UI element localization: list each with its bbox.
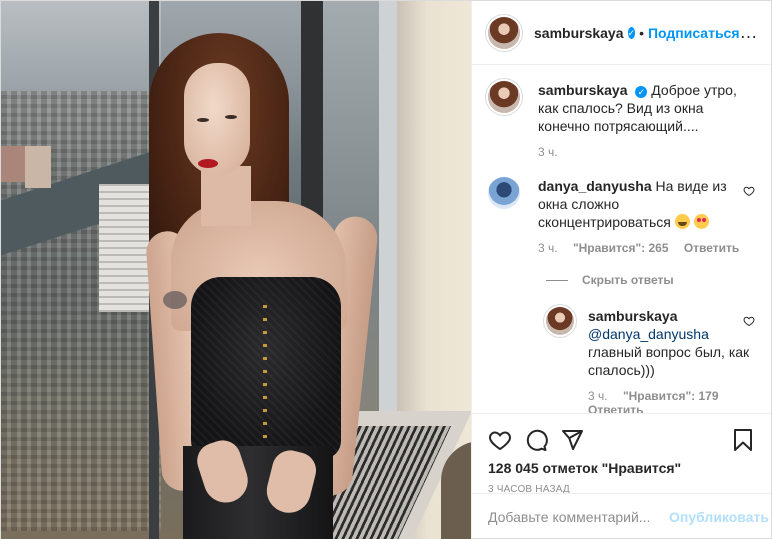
post-photo[interactable]: [1, 1, 471, 539]
tears-of-joy-emoji-icon: [674, 214, 690, 229]
reply-username[interactable]: samburskaya: [588, 308, 678, 324]
comment-likes[interactable]: "Нравится": 265: [573, 241, 669, 255]
caption-time[interactable]: 3 ч.: [538, 145, 558, 159]
comment-icon[interactable]: [524, 428, 548, 452]
more-options-icon[interactable]: …: [740, 22, 759, 43]
comment-item: danya_danyusha На виде из окна сложно ск…: [488, 177, 755, 255]
hide-replies-button[interactable]: Скрыть ответы: [546, 273, 755, 287]
caption-avatar[interactable]: [488, 81, 520, 113]
likes-count[interactable]: 128 045 отметок "Нравится": [488, 460, 755, 476]
comments-list[interactable]: samburskaya ✓ Доброе утро, как спалось? …: [472, 65, 771, 413]
caption-username[interactable]: samburskaya: [538, 82, 628, 98]
verified-badge-icon: ✓: [635, 86, 648, 98]
reply-button[interactable]: Ответить: [684, 241, 739, 255]
add-comment-bar: Опубликовать: [472, 493, 771, 539]
post-actions: 128 045 отметок "Нравится" 3 часов назад: [472, 413, 771, 495]
reply-to-reply-button[interactable]: Ответить: [588, 403, 643, 413]
author-avatar[interactable]: [488, 16, 520, 49]
post-header: samburskaya ✓ • Подписаться …: [472, 1, 771, 65]
reply-time[interactable]: 3 ч.: [588, 389, 608, 403]
follow-button[interactable]: Подписаться: [648, 25, 740, 41]
comment-input[interactable]: [488, 509, 669, 525]
header-separator: •: [639, 24, 644, 41]
comment-time[interactable]: 3 ч.: [538, 241, 558, 255]
caption: samburskaya ✓ Доброе утро, как спалось? …: [488, 81, 755, 159]
commenter-username[interactable]: danya_danyusha: [538, 178, 652, 194]
publish-button[interactable]: Опубликовать: [669, 509, 769, 525]
reply-avatar[interactable]: [546, 307, 574, 335]
share-icon[interactable]: [560, 428, 584, 452]
commenter-avatar[interactable]: [488, 177, 520, 209]
reply-mention[interactable]: @danya_danyusha: [588, 326, 709, 342]
heart-icon[interactable]: [488, 428, 512, 452]
verified-badge-icon: ✓: [627, 26, 636, 39]
reply-like-heart-icon[interactable]: [743, 315, 755, 327]
hide-replies-label: Скрыть ответы: [582, 273, 674, 287]
instagram-post: samburskaya ✓ • Подписаться … samburskay…: [0, 0, 772, 539]
heart-eyes-emoji-icon: [693, 214, 709, 229]
bookmark-icon[interactable]: [731, 428, 755, 452]
reply-likes[interactable]: "Нравится": 179: [623, 389, 719, 403]
post-sidebar: samburskaya ✓ • Подписаться … samburskay…: [471, 1, 771, 539]
author-username[interactable]: samburskaya: [534, 25, 624, 41]
comment-like-heart-icon[interactable]: [743, 185, 755, 197]
reply-item: samburskaya @danya_danyusha главный вопр…: [546, 307, 755, 413]
reply-text: главный вопрос был, как спалось))): [588, 344, 750, 378]
